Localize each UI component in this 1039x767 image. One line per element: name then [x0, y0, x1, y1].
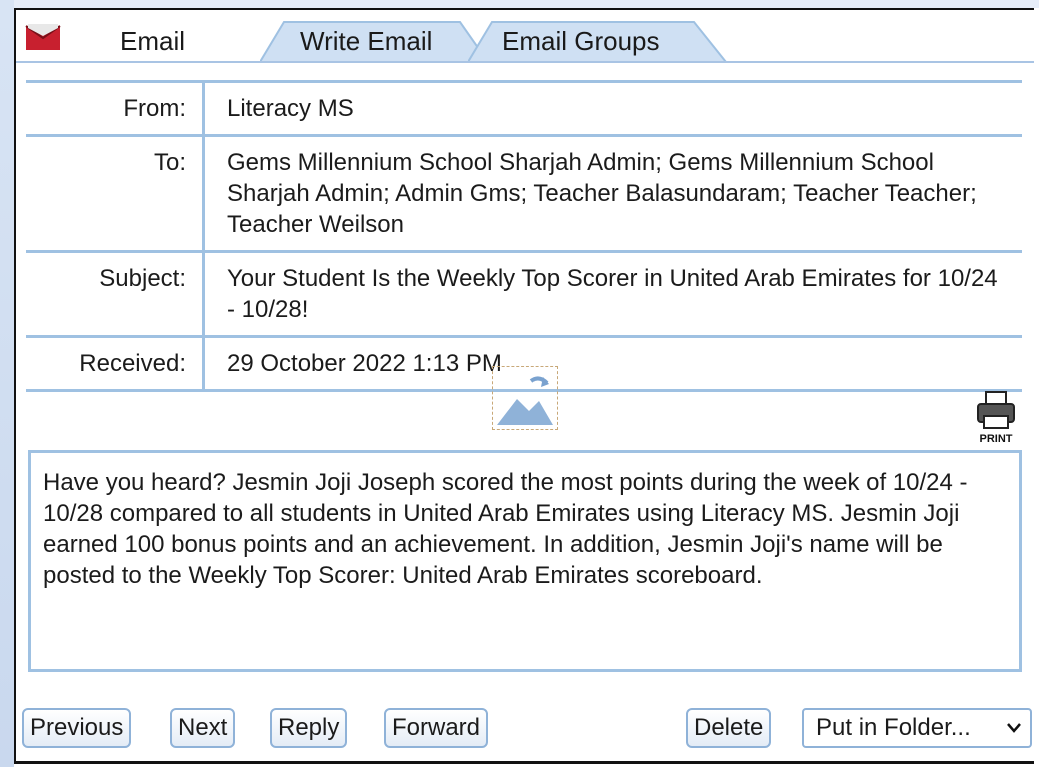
- printer-icon[interactable]: PRINT: [972, 390, 1020, 446]
- reply-button[interactable]: Reply: [270, 708, 348, 748]
- from-value: Literacy MS: [203, 80, 1022, 136]
- tab-email-groups[interactable]: Email Groups: [502, 26, 660, 57]
- email-header-table: From: Literacy MS To: Gems Millennium Sc…: [26, 80, 1022, 392]
- next-button[interactable]: Next: [170, 708, 236, 748]
- background-strip-top: [0, 0, 1039, 8]
- tab-bar: Email Write Email Email Groups: [16, 14, 1034, 64]
- received-value: 29 October 2022 1:13 PM: [203, 335, 1022, 392]
- print-label: PRINT: [980, 433, 1013, 445]
- subject-label: Subject:: [26, 250, 205, 337]
- tab-write-email[interactable]: Write Email: [300, 26, 432, 57]
- received-label: Received:: [26, 335, 205, 392]
- image-placeholder-icon: [492, 366, 558, 430]
- previous-button[interactable]: Previous: [22, 708, 132, 748]
- from-label: From:: [26, 80, 205, 136]
- to-label: To:: [26, 134, 205, 252]
- chevron-down-icon: [1007, 723, 1021, 733]
- tab-email[interactable]: Email: [120, 26, 185, 57]
- delete-button[interactable]: Delete: [686, 708, 772, 748]
- subject-row: Subject: Your Student Is the Weekly Top …: [26, 250, 1022, 337]
- message-body: Have you heard? Jesmin Joji Joseph score…: [28, 450, 1022, 672]
- folder-select-value: Put in Folder...: [816, 714, 971, 741]
- forward-button[interactable]: Forward: [384, 708, 489, 748]
- email-panel: Email Write Email Email Groups From: Lit…: [14, 8, 1034, 764]
- tab-underline: [16, 61, 1034, 63]
- background-strip-left: [0, 0, 14, 767]
- subject-value: Your Student Is the Weekly Top Scorer in…: [203, 250, 1022, 337]
- to-value: Gems Millennium School Sharjah Admin; Ge…: [203, 134, 1022, 252]
- envelope-icon: [25, 24, 61, 50]
- put-in-folder-select[interactable]: Put in Folder...: [802, 708, 1032, 748]
- from-row: From: Literacy MS: [26, 80, 1022, 136]
- to-row: To: Gems Millennium School Sharjah Admin…: [26, 134, 1022, 252]
